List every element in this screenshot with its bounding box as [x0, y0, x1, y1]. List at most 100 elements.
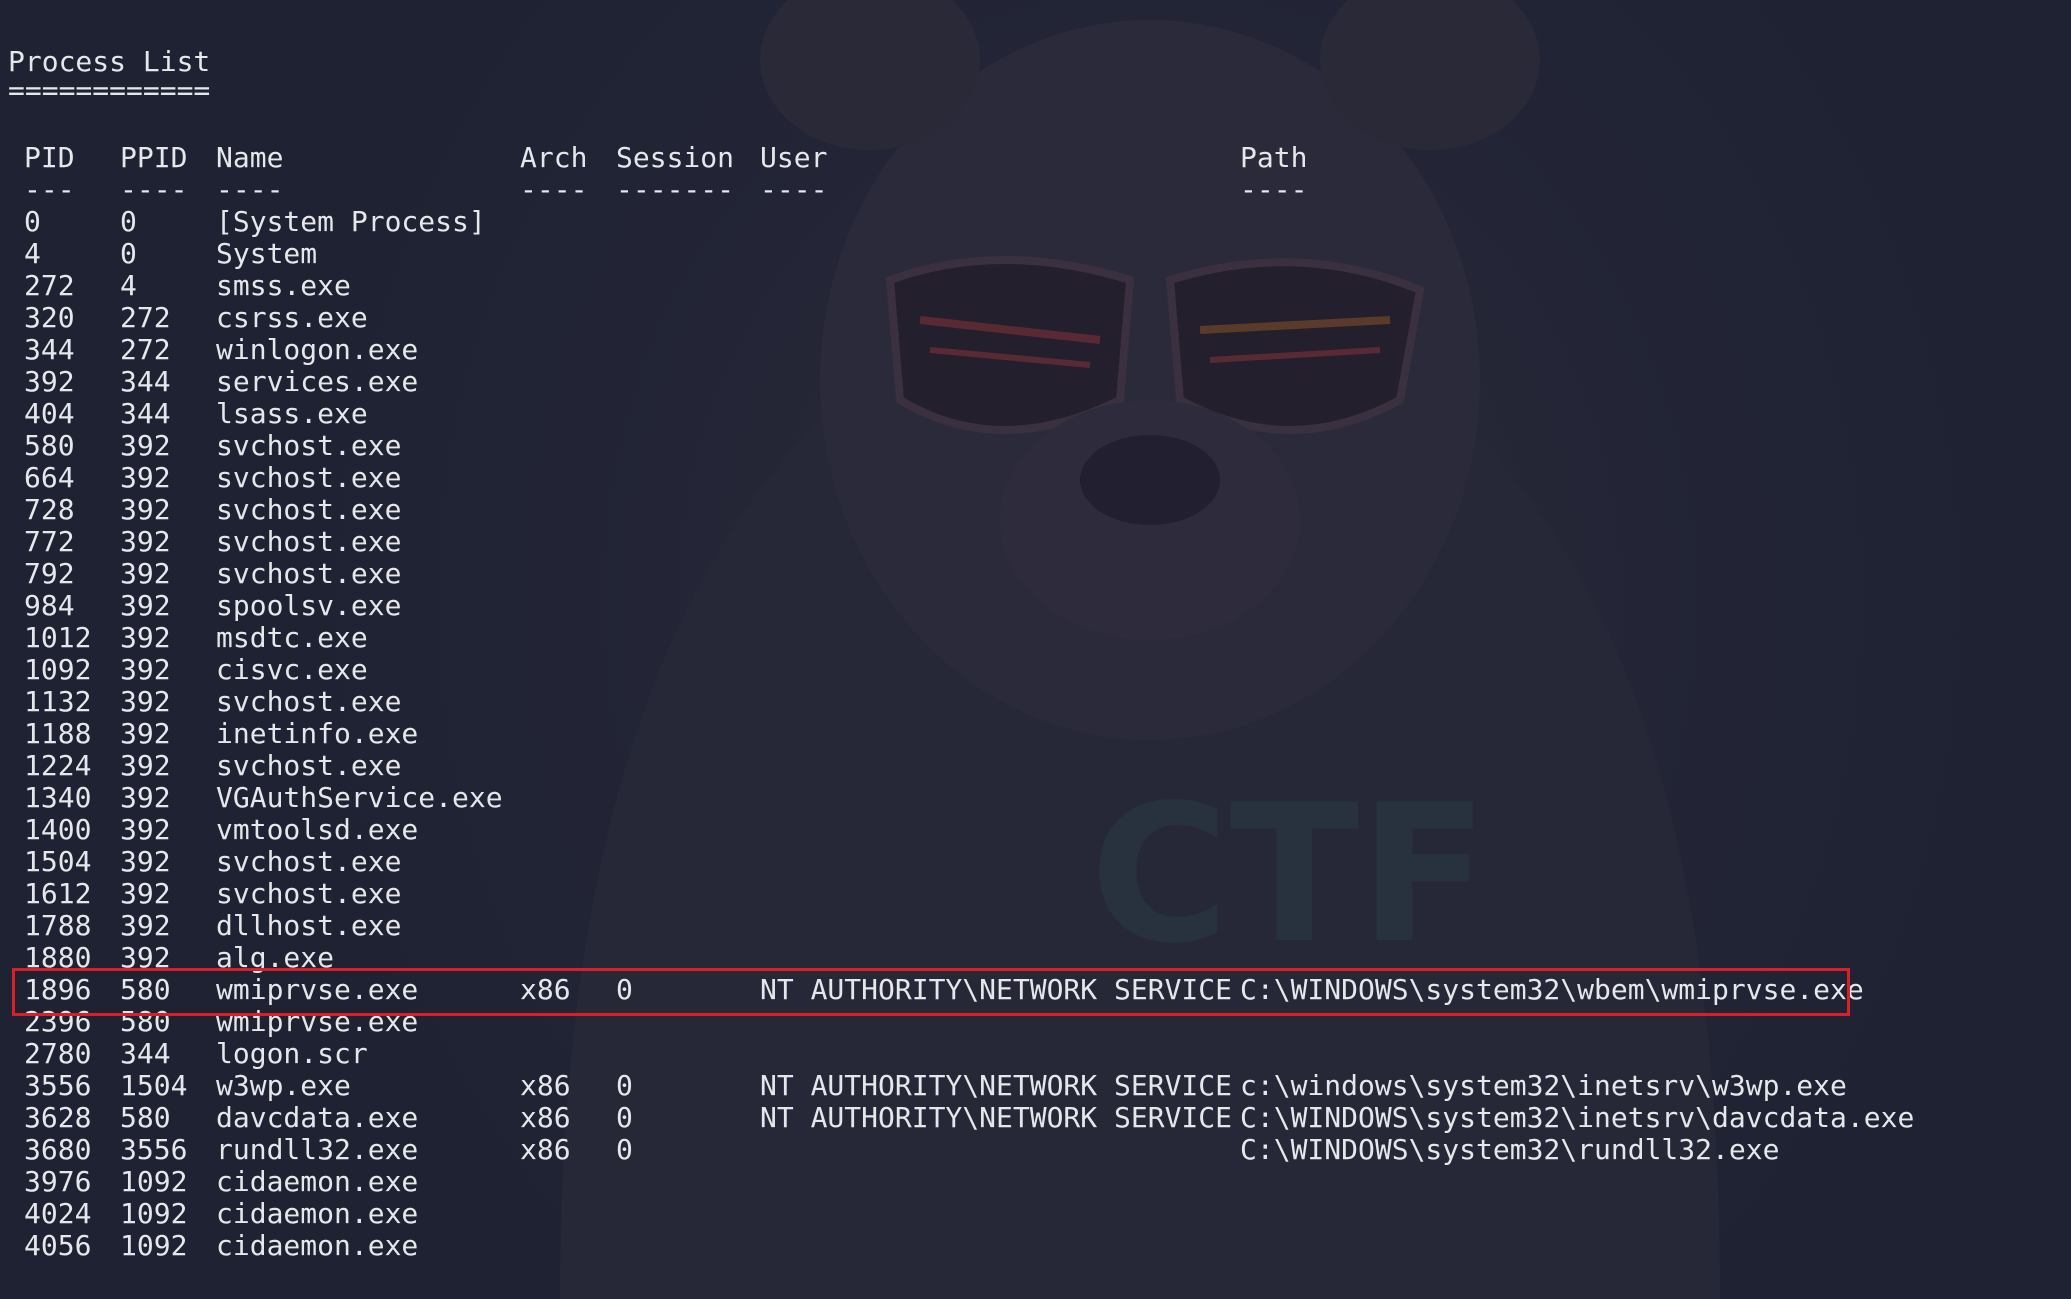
cell-name: logon.scr: [216, 1037, 368, 1070]
cell-pid: 984: [24, 589, 75, 622]
table-row: 1340 392 VGAuthService.exe: [8, 781, 503, 814]
cell-ppid: 344: [120, 397, 171, 430]
cell-pid: 320: [24, 301, 75, 334]
cell-ppid: 392: [120, 845, 171, 878]
dash-arch: ----: [520, 173, 588, 206]
table-row: 664 392 svchost.exe: [8, 462, 401, 494]
cell-name: davcdata.exe: [216, 1101, 419, 1134]
cell-name: cidaemon.exe: [216, 1197, 419, 1230]
table-row: 1224 392 svchost.exe: [8, 750, 401, 782]
cell-user: NT AUTHORITY\NETWORK SERVICE: [760, 1069, 1233, 1102]
cell-name: winlogon.exe: [216, 333, 419, 366]
table-row: 728 392 svchost.exe: [8, 493, 401, 526]
cell-pid: 4024: [24, 1197, 92, 1230]
cell-name: msdtc.exe: [216, 621, 368, 654]
dash-ppid: ----: [120, 173, 188, 206]
header-path: Path: [1240, 141, 1308, 174]
cell-ppid: 392: [120, 493, 171, 526]
cell-name: svchost.exe: [216, 461, 402, 494]
cell-name: svchost.exe: [216, 685, 402, 718]
header-user: User: [760, 141, 828, 174]
cell-ppid: 392: [120, 909, 171, 942]
cell-pid: 1788: [24, 909, 92, 942]
cell-ppid: 392: [120, 781, 171, 814]
cell-name: cidaemon.exe: [216, 1229, 419, 1262]
header-ppid: PPID: [120, 141, 188, 174]
table-row: 272 4 smss.exe: [8, 269, 351, 302]
table-row: 404 344 lsass.exe: [8, 397, 368, 430]
table-row: 344 272 winlogon.exe: [8, 333, 418, 366]
table-row: 792 392 svchost.exe: [8, 557, 401, 590]
cell-user: NT AUTHORITY\NETWORK SERVICE: [760, 1101, 1233, 1134]
cell-pid: 1504: [24, 845, 92, 878]
dash-session: -------: [616, 173, 735, 206]
highlight-box: [12, 968, 1850, 1016]
table-row: 4056 1092 cidaemon.exe: [8, 1229, 418, 1262]
cell-name: spoolsv.exe: [216, 589, 402, 622]
cell-pid: 772: [24, 525, 75, 558]
cell-ppid: 580: [120, 1101, 171, 1134]
cell-name: cidaemon.exe: [216, 1165, 419, 1198]
cell-pid: 272: [24, 269, 75, 302]
cell-name: smss.exe: [216, 269, 351, 302]
table-header-row: PID PPID Name Arch Session User Path: [8, 141, 1307, 174]
cell-ppid: 4: [120, 269, 137, 302]
cell-name: svchost.exe: [216, 493, 402, 526]
table-row: 3976 1092 cidaemon.exe: [8, 1165, 418, 1198]
cell-name: svchost.exe: [216, 557, 402, 590]
cell-ppid: 0: [120, 205, 137, 238]
terminal-window[interactable]: CTF Process List ============ PID PPID N…: [0, 0, 2071, 1299]
cell-name: svchost.exe: [216, 877, 402, 910]
table-row: 1504 392 svchost.exe: [8, 845, 401, 878]
cell-session: 0: [616, 1069, 633, 1102]
cell-ppid: 272: [120, 333, 171, 366]
cell-name: svchost.exe: [216, 749, 402, 782]
table-row: 3680 3556 rundll32.exe x86 0 C:\WINDOWS\syste…: [8, 1133, 1779, 1166]
table-row: 2780 344 logon.scr: [8, 1038, 368, 1070]
cell-pid: 3556: [24, 1069, 92, 1102]
cell-pid: 392: [24, 365, 75, 398]
cell-ppid: 1092: [120, 1229, 188, 1262]
cell-name: cisvc.exe: [216, 653, 368, 686]
table-row: 1092 392 cisvc.exe: [8, 653, 368, 686]
cell-name: w3wp.exe: [216, 1069, 351, 1102]
cell-pid: 4056: [24, 1229, 92, 1262]
ctf-logo: CTF: [1090, 764, 1489, 985]
cell-ppid: 3556: [120, 1133, 188, 1166]
cell-path: C:\WINDOWS\system32\rundll32.exe: [1240, 1133, 1780, 1166]
cell-name: lsass.exe: [216, 397, 368, 430]
cell-pid: 3976: [24, 1165, 92, 1198]
cell-ppid: 392: [120, 525, 171, 558]
table-row: 1012 392 msdtc.exe: [8, 621, 368, 654]
cell-arch: x86: [520, 1069, 571, 1102]
cell-session: 0: [616, 1133, 633, 1166]
cell-ppid: 392: [120, 653, 171, 686]
table-row: 984 392 spoolsv.exe: [8, 589, 401, 622]
cell-ppid: 392: [120, 589, 171, 622]
cell-pid: 1012: [24, 621, 92, 654]
table-row: 580 392 svchost.exe: [8, 429, 401, 462]
table-row: 0 0 [System Process]: [8, 205, 486, 238]
table-row: 320 272 csrss.exe: [8, 301, 368, 334]
cell-ppid: 1092: [120, 1165, 188, 1198]
cell-name: svchost.exe: [216, 429, 402, 462]
cell-pid: 3628: [24, 1101, 92, 1134]
dash-name: ----: [216, 173, 284, 206]
cell-ppid: 0: [120, 237, 137, 270]
table-row: 1612 392 svchost.exe: [8, 878, 401, 910]
table-row: 392 344 services.exe: [8, 365, 418, 398]
table-row: 4 0 System: [8, 237, 317, 270]
cell-pid: 580: [24, 429, 75, 462]
cell-name: svchost.exe: [216, 525, 402, 558]
cell-path: c:\windows\system32\inetsrv\w3wp.exe: [1240, 1069, 1847, 1102]
cell-name: VGAuthService.exe: [216, 781, 503, 814]
header-name: Name: [216, 141, 284, 174]
cell-name: dllhost.exe: [216, 909, 402, 942]
cell-pid: 4: [24, 237, 41, 270]
cell-ppid: 392: [120, 557, 171, 590]
header-session: Session: [616, 141, 735, 174]
cell-ppid: 344: [120, 365, 171, 398]
cell-name: rundll32.exe: [216, 1133, 419, 1166]
cell-ppid: 392: [120, 717, 171, 750]
cell-ppid: 272: [120, 301, 171, 334]
